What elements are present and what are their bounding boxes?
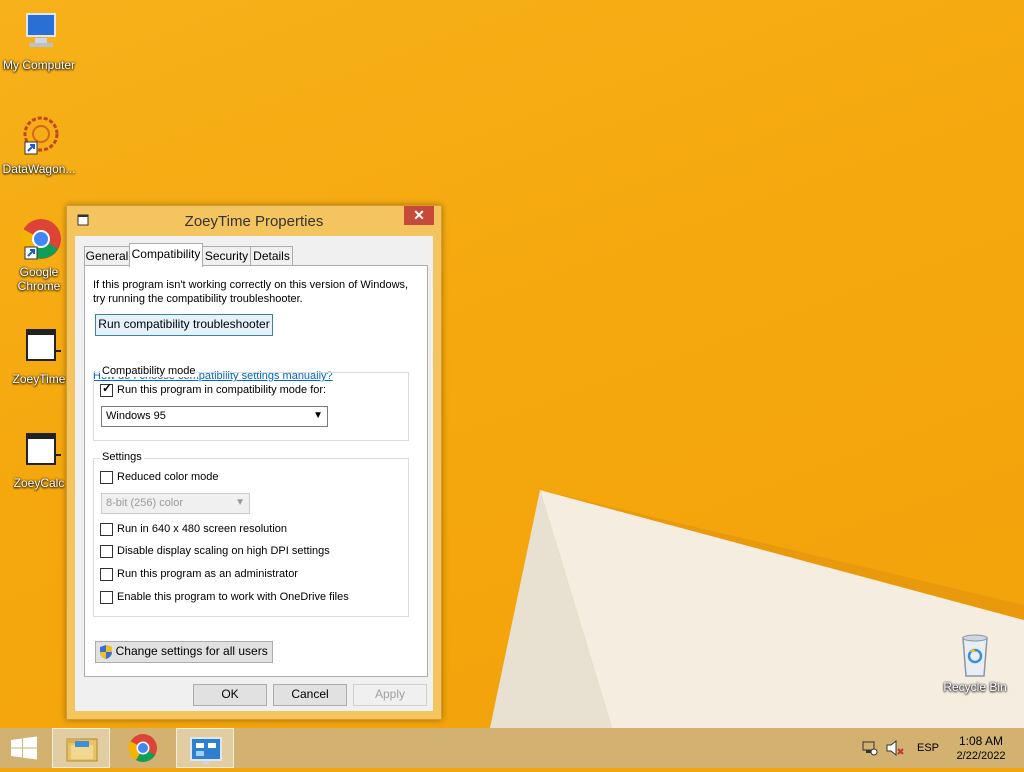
clock-date: 2/22/2022 xyxy=(956,750,1006,762)
desktop-icon-recycle-bin[interactable]: Recycle Bin xyxy=(937,630,1013,694)
checkbox-box xyxy=(100,591,113,604)
datawagon-icon xyxy=(15,112,63,160)
taskbar-file-explorer[interactable] xyxy=(52,728,110,768)
taskbar-control-panel[interactable] xyxy=(176,728,234,768)
check-icon: ✓ xyxy=(102,381,113,395)
checkbox-box xyxy=(100,471,113,484)
compatibility-mode-group: Compatibility mode ✓ Run this program in… xyxy=(93,365,409,441)
apply-button[interactable]: Apply xyxy=(353,684,427,706)
cancel-button[interactable]: Cancel xyxy=(273,684,347,706)
properties-window: ZoeyTime Properties ✕ General Compatibil… xyxy=(66,205,442,720)
checkbox-box xyxy=(100,545,113,558)
desktop-icon-datawagon[interactable]: DataWagon... xyxy=(1,112,77,176)
clock[interactable]: 1:08 AM 2/22/2022 xyxy=(946,728,1016,768)
chrome-icon xyxy=(128,734,157,762)
app-window-icon xyxy=(15,426,63,474)
recycle-bin-icon xyxy=(951,630,999,678)
desktop: My Computer DataWagon... Google Chrome Z… xyxy=(0,0,1024,728)
chevron-down-icon: ▼ xyxy=(313,410,323,421)
taskbar-chrome[interactable] xyxy=(114,728,172,768)
clock-time: 1:08 AM xyxy=(958,734,1004,748)
network-icon[interactable] xyxy=(860,728,880,768)
settings-legend: Settings xyxy=(100,451,144,463)
chevron-down-icon: ▼ xyxy=(235,497,245,508)
window-client-area: General Compatibility Security Details I… xyxy=(75,236,433,711)
close-button[interactable]: ✕ xyxy=(404,206,434,225)
taskbar: ESP 1:08 AM 2/22/2022 xyxy=(0,728,1024,768)
app-window-icon xyxy=(15,322,63,370)
volume-muted-icon[interactable] xyxy=(884,728,906,768)
compatibility-mode-legend: Compatibility mode xyxy=(100,365,198,377)
folder-icon xyxy=(66,738,98,762)
reduced-color-checkbox[interactable]: Reduced color mode xyxy=(100,471,300,485)
change-settings-all-users-button[interactable]: Change settings for all users xyxy=(95,641,273,663)
os-select[interactable]: Windows 95 ▼ xyxy=(101,406,328,427)
checkbox-box xyxy=(100,523,113,536)
color-depth-select[interactable]: 8-bit (256) color ▼ xyxy=(101,493,250,514)
onedrive-checkbox[interactable]: Enable this program to work with OneDriv… xyxy=(100,591,390,605)
run-as-admin-checkbox[interactable]: Run this program as an administrator xyxy=(100,568,350,582)
language-indicator[interactable]: ESP xyxy=(914,728,942,768)
settings-group: Settings Reduced color mode 8-bit (256) … xyxy=(93,451,409,617)
tab-details[interactable]: Details xyxy=(250,246,293,266)
start-button[interactable] xyxy=(0,728,48,768)
ok-button[interactable]: OK xyxy=(193,684,267,706)
desktop-icon-my-computer[interactable]: My Computer xyxy=(1,8,77,72)
tab-general[interactable]: General xyxy=(84,246,130,266)
run-troubleshooter-button[interactable]: Run compatibility troubleshooter xyxy=(95,314,273,336)
shield-icon xyxy=(100,644,113,659)
disable-dpi-scaling-checkbox[interactable]: Disable display scaling on high DPI sett… xyxy=(100,545,380,559)
tab-security[interactable]: Security xyxy=(202,246,251,266)
tab-compatibility[interactable]: Compatibility xyxy=(129,243,203,267)
close-icon: ✕ xyxy=(413,207,425,223)
compat-mode-checkbox[interactable]: ✓ Run this program in compatibility mode… xyxy=(100,381,340,398)
title-bar[interactable]: ZoeyTime Properties ✕ xyxy=(67,206,441,236)
intro-text: If this program isn't working correctly … xyxy=(93,279,409,305)
compatibility-panel: If this program isn't working correctly … xyxy=(84,265,428,677)
checkbox-box xyxy=(100,568,113,581)
chrome-icon xyxy=(15,215,63,263)
resolution-640-checkbox[interactable]: Run in 640 x 480 screen resolution xyxy=(100,523,350,537)
control-panel-icon xyxy=(190,737,222,764)
computer-icon xyxy=(15,8,63,56)
checkbox-box: ✓ xyxy=(100,381,113,397)
windows-logo-icon xyxy=(11,736,37,760)
window-title: ZoeyTime Properties xyxy=(184,213,324,230)
